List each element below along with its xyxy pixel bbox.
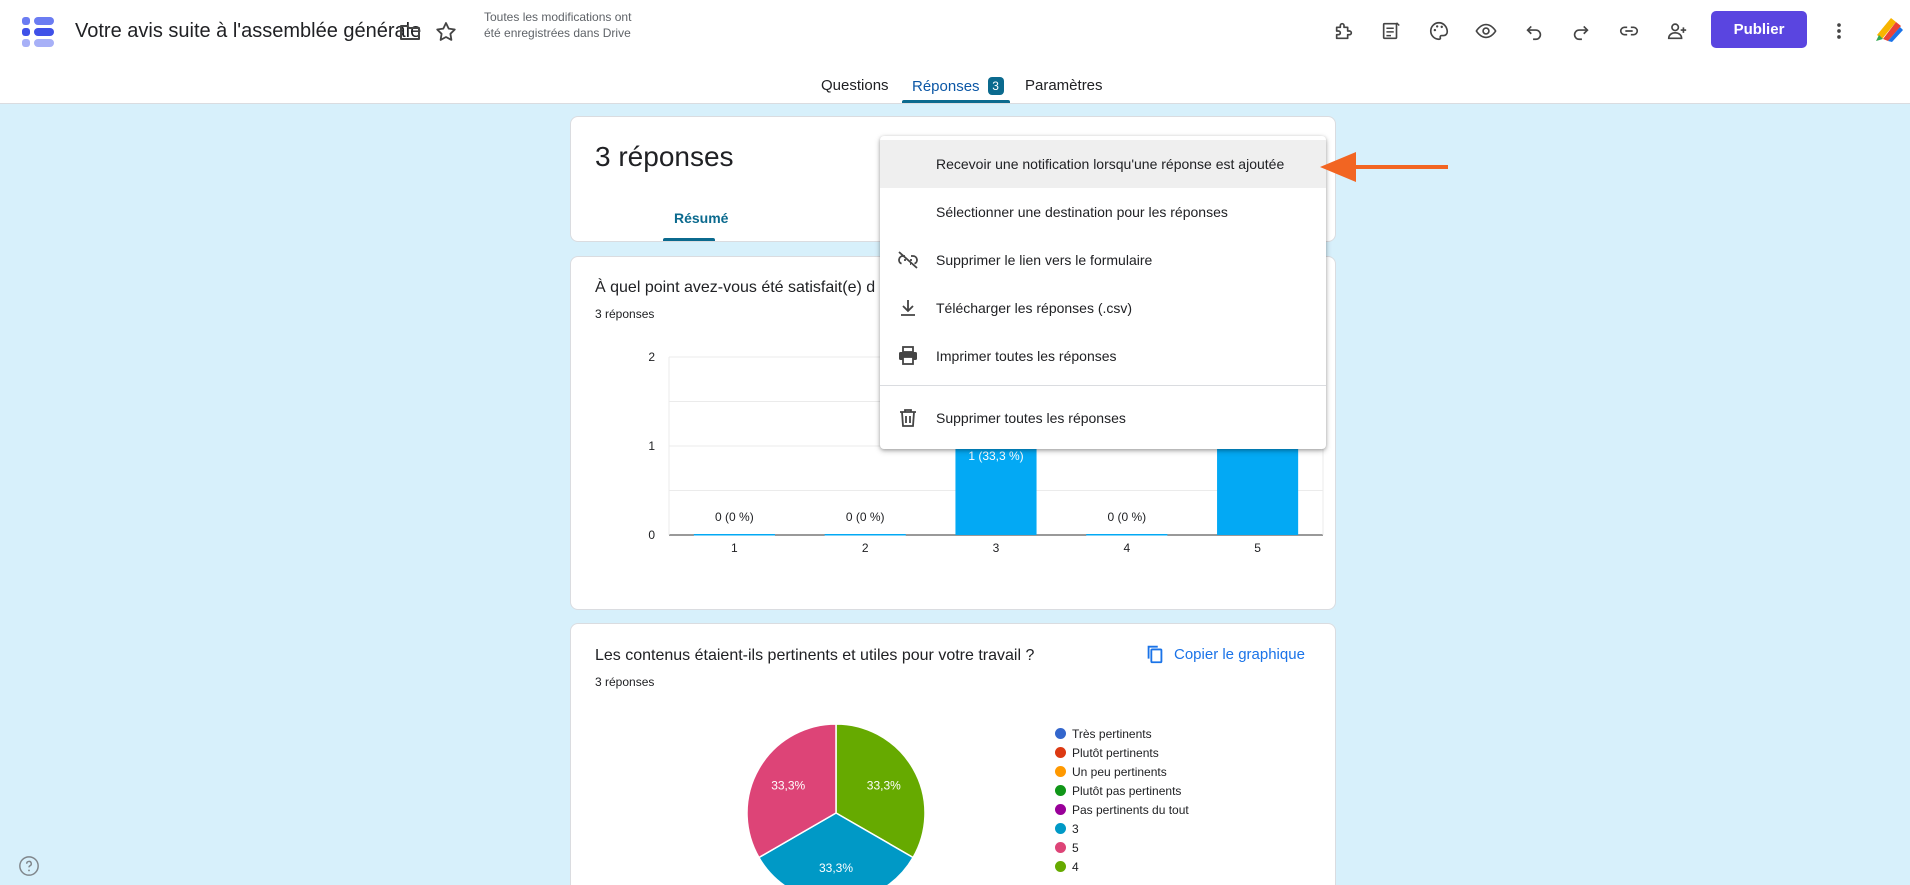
tab-responses[interactable]: Réponses 3 [912, 77, 1004, 95]
trash-icon [900, 409, 916, 427]
form-tabs: Questions Réponses 3 Paramètres [0, 72, 1910, 104]
legend-item: Un peu pertinents [1055, 762, 1189, 781]
bar-data-label: 0 (0 %) [1107, 510, 1146, 524]
bar-data-label: 1 (33,3 %) [968, 449, 1023, 463]
legend-item: Plutôt pertinents [1055, 743, 1189, 762]
x-tick-label: 1 [731, 541, 738, 555]
tab-summary[interactable]: Résumé [674, 210, 728, 226]
responses-count-title: 3 réponses [595, 141, 734, 172]
legend-swatch [1055, 804, 1066, 815]
addons-icon[interactable] [1328, 15, 1360, 47]
legend-swatch [1055, 823, 1066, 834]
legend-swatch [1055, 747, 1066, 758]
bar-data-label: 0 (0 %) [715, 510, 754, 524]
preview-eye-icon[interactable] [1470, 15, 1502, 47]
folder-icon[interactable] [396, 18, 424, 46]
relevance-pie-chart: 33,3% 33,3% 33,3% [746, 723, 926, 885]
legend-item: 4 [1055, 857, 1189, 876]
tab-questions[interactable]: Questions [821, 77, 889, 94]
x-tick-label: 4 [1123, 541, 1130, 555]
legend-item: Pas pertinents du tout [1055, 800, 1189, 819]
bar [1217, 446, 1299, 535]
question2-card: Les contenus étaient-ils pertinents et u… [570, 623, 1336, 885]
star-icon[interactable] [432, 18, 460, 46]
menu-divider [880, 385, 1326, 386]
link-icon[interactable] [1613, 15, 1645, 47]
legend-label: 3 [1072, 821, 1079, 836]
more-options-icon[interactable] [1823, 15, 1855, 47]
x-tick-label: 3 [993, 541, 1000, 555]
y-tick-label: 2 [648, 350, 655, 364]
bar [824, 534, 906, 536]
menu-item-select-destination[interactable]: Sélectionner une destination pour les ré… [880, 188, 1326, 236]
doc-title[interactable]: Votre avis suite à l'assemblée générale [75, 20, 421, 43]
menu-item-download-csv[interactable]: Télécharger les réponses (.csv) [880, 284, 1326, 332]
bar [693, 534, 775, 536]
x-tick-label: 2 [862, 541, 869, 555]
legend-swatch [1055, 728, 1066, 739]
add-collaborator-icon[interactable] [1661, 15, 1693, 47]
menu-item-delete-all[interactable]: Supprimer toutes les réponses [880, 394, 1326, 442]
legend-swatch [1055, 861, 1066, 872]
undo-icon[interactable] [1518, 15, 1550, 47]
help-icon[interactable] [18, 855, 40, 877]
legend-item: Plutôt pas pertinents [1055, 781, 1189, 800]
active-tab-indicator [902, 100, 1010, 103]
bar [1086, 534, 1168, 536]
pie-slice-label: 33,3% [819, 861, 853, 875]
pie-legend: Très pertinents Plutôt pertinents Un peu p… [1055, 724, 1189, 876]
menu-item-notify[interactable]: Recevoir une notification lorsqu'une rép… [880, 140, 1326, 188]
legend-label: 4 [1072, 859, 1079, 874]
save-status: Toutes les modifications ont été enregis… [484, 10, 632, 40]
x-tick-label: 5 [1254, 541, 1261, 555]
legend-item: 5 [1055, 838, 1189, 857]
legend-item: 3 [1055, 819, 1189, 838]
y-tick-label: 1 [648, 439, 655, 453]
responses-count-badge: 3 [987, 77, 1004, 95]
palette-icon[interactable] [1423, 15, 1455, 47]
legend-label: 5 [1072, 840, 1079, 855]
pie-slice-label: 33,3% [771, 778, 805, 792]
responses-options-menu: Recevoir une notification lorsqu'une rép… [880, 136, 1326, 449]
legend-label: Très pertinents [1072, 726, 1152, 741]
bar-data-label: 0 (0 %) [846, 510, 885, 524]
legend-label: Un peu pertinents [1072, 764, 1167, 779]
pie-slice-label: 33,3% [867, 778, 901, 792]
brand-logo-icon[interactable] [1874, 13, 1904, 43]
legend-swatch [1055, 842, 1066, 853]
publish-button[interactable]: Publier [1711, 11, 1807, 48]
form-edit-icon[interactable] [1375, 15, 1407, 47]
legend-label: Plutôt pas pertinents [1072, 783, 1182, 798]
redo-icon[interactable] [1565, 15, 1597, 47]
print-icon [899, 346, 917, 365]
forms-logo-icon[interactable] [20, 14, 56, 50]
link-off-icon [898, 251, 918, 269]
menu-item-unlink-form[interactable]: Supprimer le lien vers le formulaire [880, 236, 1326, 284]
app-header: Votre avis suite à l'assemblée générale … [0, 0, 1910, 104]
legend-swatch [1055, 766, 1066, 777]
legend-swatch [1055, 785, 1066, 796]
y-tick-label: 0 [648, 528, 655, 542]
tab-settings[interactable]: Paramètres [1025, 77, 1103, 94]
download-icon [901, 300, 915, 316]
legend-item: Très pertinents [1055, 724, 1189, 743]
menu-item-print-all[interactable]: Imprimer toutes les réponses [880, 332, 1326, 380]
legend-label: Pas pertinents du tout [1072, 802, 1189, 817]
annotation-arrow-icon [1320, 152, 1448, 182]
summary-tab-indicator [663, 238, 715, 241]
legend-label: Plutôt pertinents [1072, 745, 1159, 760]
